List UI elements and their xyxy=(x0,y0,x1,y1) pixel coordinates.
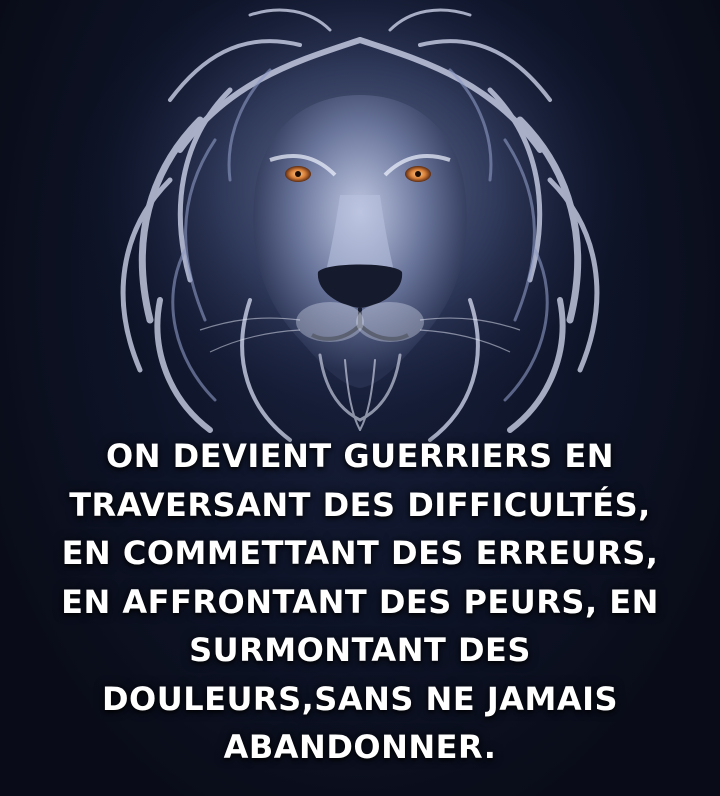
quote-line-6: DOULEURS,SANS NE JAMAIS xyxy=(101,679,619,718)
quote-line-1: ON DEVIENT GUERRIERS EN xyxy=(106,437,614,475)
quote-line-7: ABANDONNER. xyxy=(223,728,497,766)
quote-line-4: EN AFFRONTANT DES PEURS, EN xyxy=(61,582,659,621)
quote-line-2: TRAVERSANT DES DIFFICULTÉS, xyxy=(69,485,651,524)
motivational-poster: ON DEVIENT GUERRIERS EN TRAVERSANT DES D… xyxy=(0,0,720,796)
quote-line-5: SURMONTANT DES xyxy=(189,631,531,669)
motivational-quote: ON DEVIENT GUERRIERS EN TRAVERSANT DES D… xyxy=(20,432,700,772)
quote-line-3: EN COMMETTANT DES ERREURS, xyxy=(61,534,659,572)
